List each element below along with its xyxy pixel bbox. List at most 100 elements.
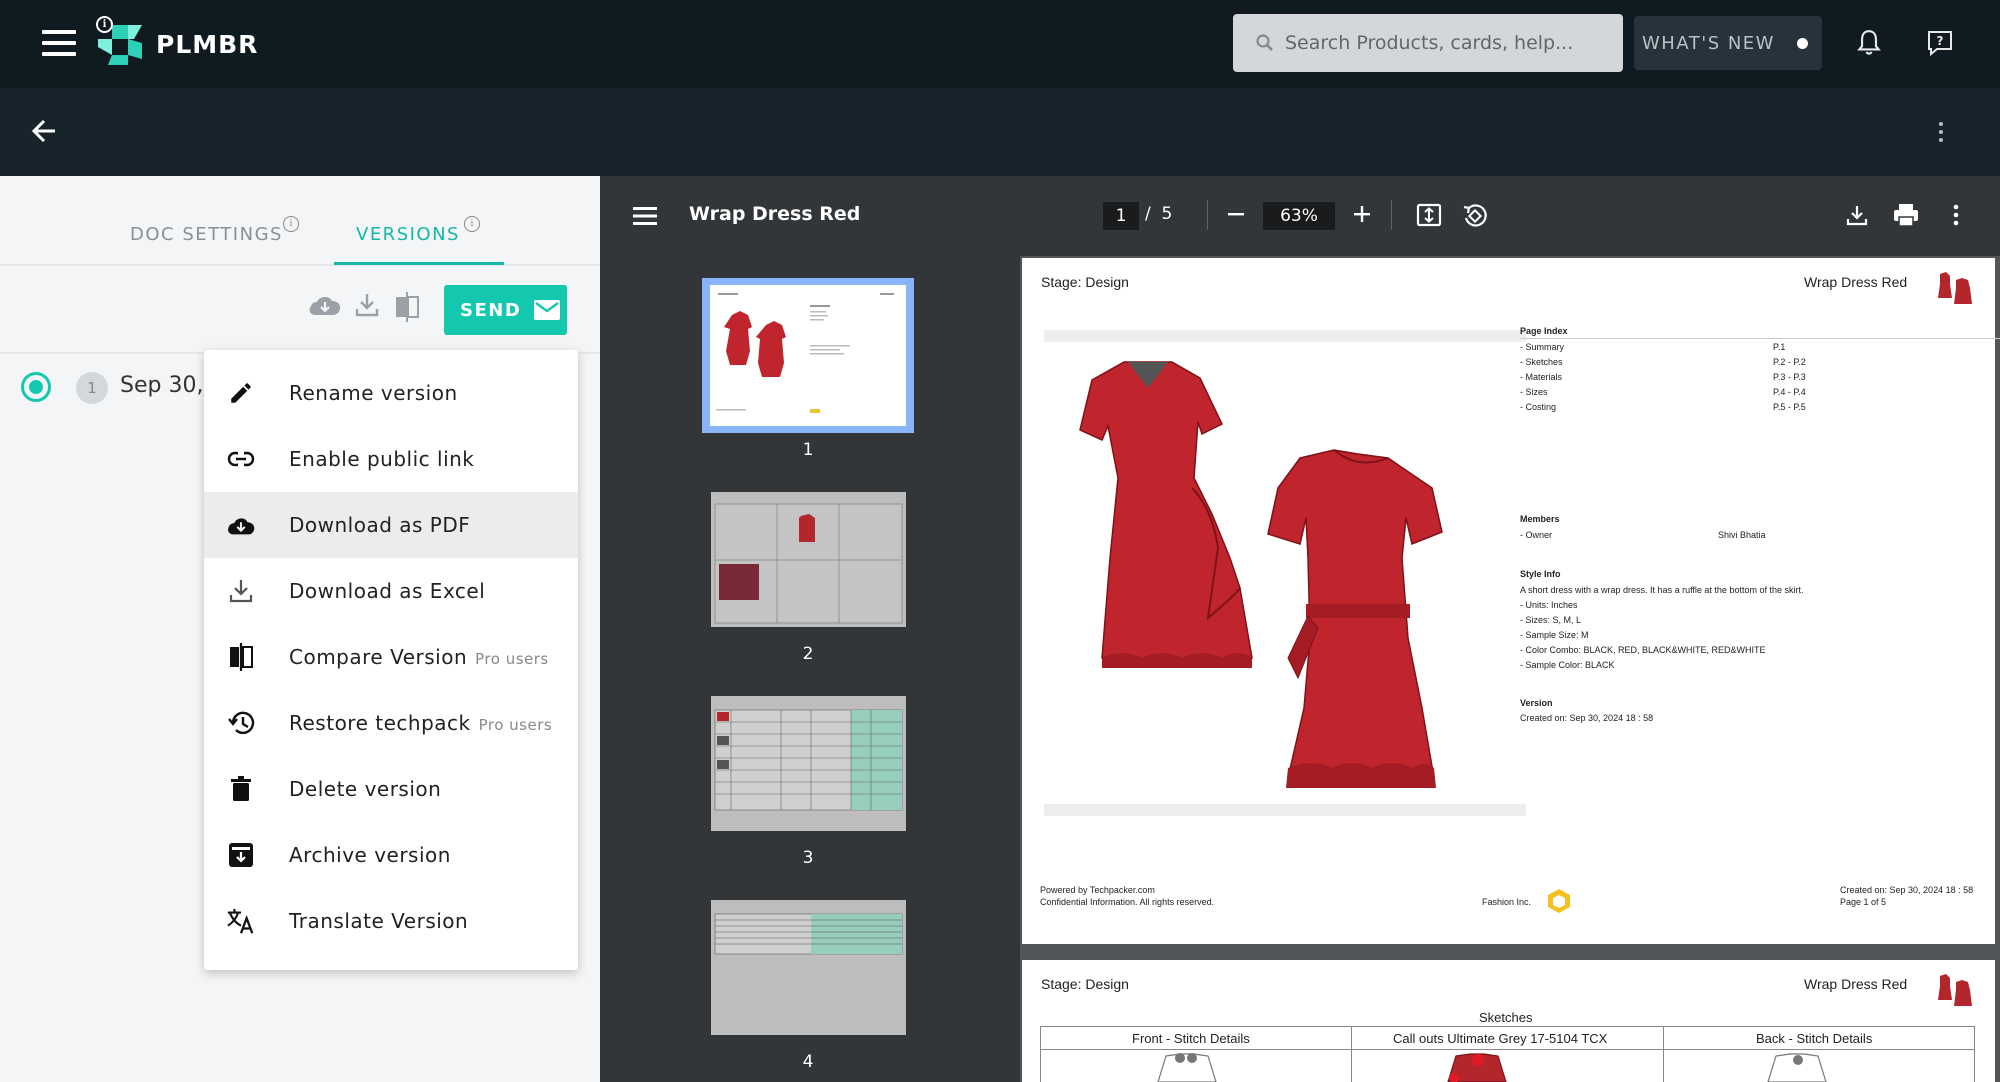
send-button[interactable]: SEND	[444, 285, 567, 335]
rotate-icon[interactable]	[1461, 202, 1489, 234]
compare-icon	[226, 643, 256, 671]
search-box[interactable]	[1233, 14, 1623, 72]
zoom-level-input[interactable]: 63%	[1263, 202, 1335, 230]
page-title: Wrap Dress Red	[1804, 274, 1908, 290]
company-logo-icon	[1548, 889, 1570, 913]
more-options-icon[interactable]	[1937, 120, 1945, 148]
notification-bell-icon[interactable]	[1856, 28, 1882, 62]
app-logo[interactable]: PLMBR	[94, 16, 258, 72]
pencil-icon	[226, 379, 256, 407]
page-stage: Stage: Design	[1041, 976, 1129, 992]
zoom-out-icon[interactable]	[1226, 204, 1246, 228]
menu-item-archive-version[interactable]: Archive version	[204, 822, 578, 888]
dress-thumbnail-icon	[1938, 974, 1972, 1006]
menu-item-delete-version[interactable]: Delete version	[204, 756, 578, 822]
menu-item-restore-techpack[interactable]: Restore techpack Pro users	[204, 690, 578, 756]
help-feedback-icon[interactable]: ?	[1925, 28, 1955, 62]
menu-item-label: Compare Version Pro users	[289, 645, 549, 669]
page-stage: Stage: Design	[1041, 274, 1129, 290]
document-title: Wrap Dress Red	[689, 203, 861, 225]
sketches-heading: Sketches	[1479, 1010, 1533, 1025]
print-icon[interactable]	[1893, 203, 1919, 231]
compare-icon[interactable]	[393, 291, 421, 327]
trash-icon	[226, 775, 256, 803]
menu-item-label: Enable public link	[289, 447, 475, 471]
menu-item-rename-version[interactable]: Rename version	[204, 360, 578, 426]
back-sketch-image	[1767, 1053, 1827, 1082]
version-context-menu: Rename version Enable public link Downlo…	[204, 350, 578, 970]
menu-item-download-excel[interactable]: Download as Excel	[204, 558, 578, 624]
hamburger-menu-icon[interactable]	[42, 30, 76, 56]
front-sketch-image	[1157, 1053, 1217, 1082]
sub-header	[0, 88, 2000, 176]
archive-icon	[226, 841, 256, 869]
pdf-page-1: Stage: Design Wrap Dress Red Page Index …	[1022, 258, 2000, 944]
app-name: PLMBR	[156, 29, 259, 59]
version-number-badge: 1	[76, 372, 108, 404]
menu-item-label: Delete version	[289, 777, 442, 801]
back-arrow-icon[interactable]	[30, 117, 58, 149]
fit-to-page-icon[interactable]	[1416, 203, 1442, 231]
menu-item-label: Translate Version	[289, 909, 469, 933]
whats-new-label: WHAT'S NEW	[1642, 32, 1775, 54]
menu-item-label: Restore techpack Pro users	[289, 711, 553, 735]
search-input[interactable]	[1285, 32, 1615, 54]
menu-item-enable-public-link[interactable]: Enable public link	[204, 426, 578, 492]
pro-users-tag: Pro users	[478, 716, 553, 734]
link-icon	[226, 445, 256, 473]
menu-item-compare-version[interactable]: Compare Version Pro users	[204, 624, 578, 690]
history-icon	[226, 709, 256, 737]
version-heading: Version	[1520, 698, 1553, 708]
menu-item-label: Download as PDF	[289, 513, 471, 537]
menu-item-translate-version[interactable]: Translate Version	[204, 888, 578, 954]
page-count: / 5	[1145, 204, 1173, 224]
svg-text:?: ?	[1937, 34, 1944, 48]
tab-doc-settings[interactable]: DOC SETTINGS	[130, 224, 283, 245]
sketch-column-header: Back - Stitch Details	[1756, 1031, 1873, 1046]
translate-icon	[226, 907, 256, 935]
thumbnail-label: 3	[802, 848, 814, 868]
sketch-column-header: Front - Stitch Details	[1132, 1031, 1250, 1046]
download-icon[interactable]	[354, 291, 380, 323]
page-number-input[interactable]: 1	[1103, 202, 1139, 230]
toolbar-divider	[1207, 200, 1208, 230]
style-info-heading: Style Info	[1520, 569, 1561, 579]
page-thumbnail-3[interactable]	[711, 696, 906, 831]
panel-tabs	[0, 176, 600, 266]
thumbnail-toggle-icon[interactable]	[632, 206, 658, 230]
image-frame-bottom	[1044, 804, 1526, 816]
version-date[interactable]: Sep 30, 2024 18 : 58	[120, 373, 204, 398]
dress-thumbnail-icon	[1938, 272, 1972, 304]
image-frame-top	[1044, 330, 1526, 342]
page-thumbnail-2[interactable]	[711, 492, 906, 627]
menu-item-download-pdf[interactable]: Download as PDF	[204, 492, 578, 558]
thumbnail-label: 4	[802, 1052, 814, 1072]
toolbar-divider	[1391, 200, 1392, 230]
send-label: SEND	[460, 299, 522, 321]
page-thumbnail-4[interactable]	[711, 900, 906, 1035]
viewer-more-options-icon[interactable]	[1952, 204, 1960, 230]
doc-settings-info-icon[interactable]: i	[283, 216, 299, 232]
download-icon[interactable]	[1846, 204, 1868, 230]
callouts-sketch-image	[1447, 1053, 1507, 1082]
download-icon	[226, 577, 256, 605]
cloud-download-icon[interactable]	[307, 291, 343, 325]
menu-item-label: Download as Excel	[289, 579, 486, 603]
version-radio[interactable]	[21, 372, 51, 402]
dress-sketch-image	[1079, 361, 1443, 788]
thumbnail-label: 2	[802, 644, 814, 664]
whats-new-button[interactable]: WHAT'S NEW	[1634, 16, 1822, 70]
info-icon[interactable]: i	[96, 16, 113, 33]
tab-versions[interactable]: VERSIONS	[356, 224, 460, 245]
mail-icon	[534, 300, 561, 320]
page-index-heading: Page Index	[1520, 326, 1568, 336]
cloud-download-icon	[226, 511, 256, 539]
members-heading: Members	[1520, 514, 1560, 524]
pdf-page-2: Stage: Design Wrap Dress Red Sketches Fr…	[1022, 960, 1995, 1082]
zoom-in-icon[interactable]	[1352, 204, 1372, 228]
menu-item-label: Archive version	[289, 843, 451, 867]
versions-info-icon[interactable]: i	[464, 216, 480, 232]
page-thumbnail-1[interactable]	[710, 285, 906, 426]
pro-users-tag: Pro users	[475, 650, 549, 668]
page-title: Wrap Dress Red	[1804, 976, 1908, 992]
